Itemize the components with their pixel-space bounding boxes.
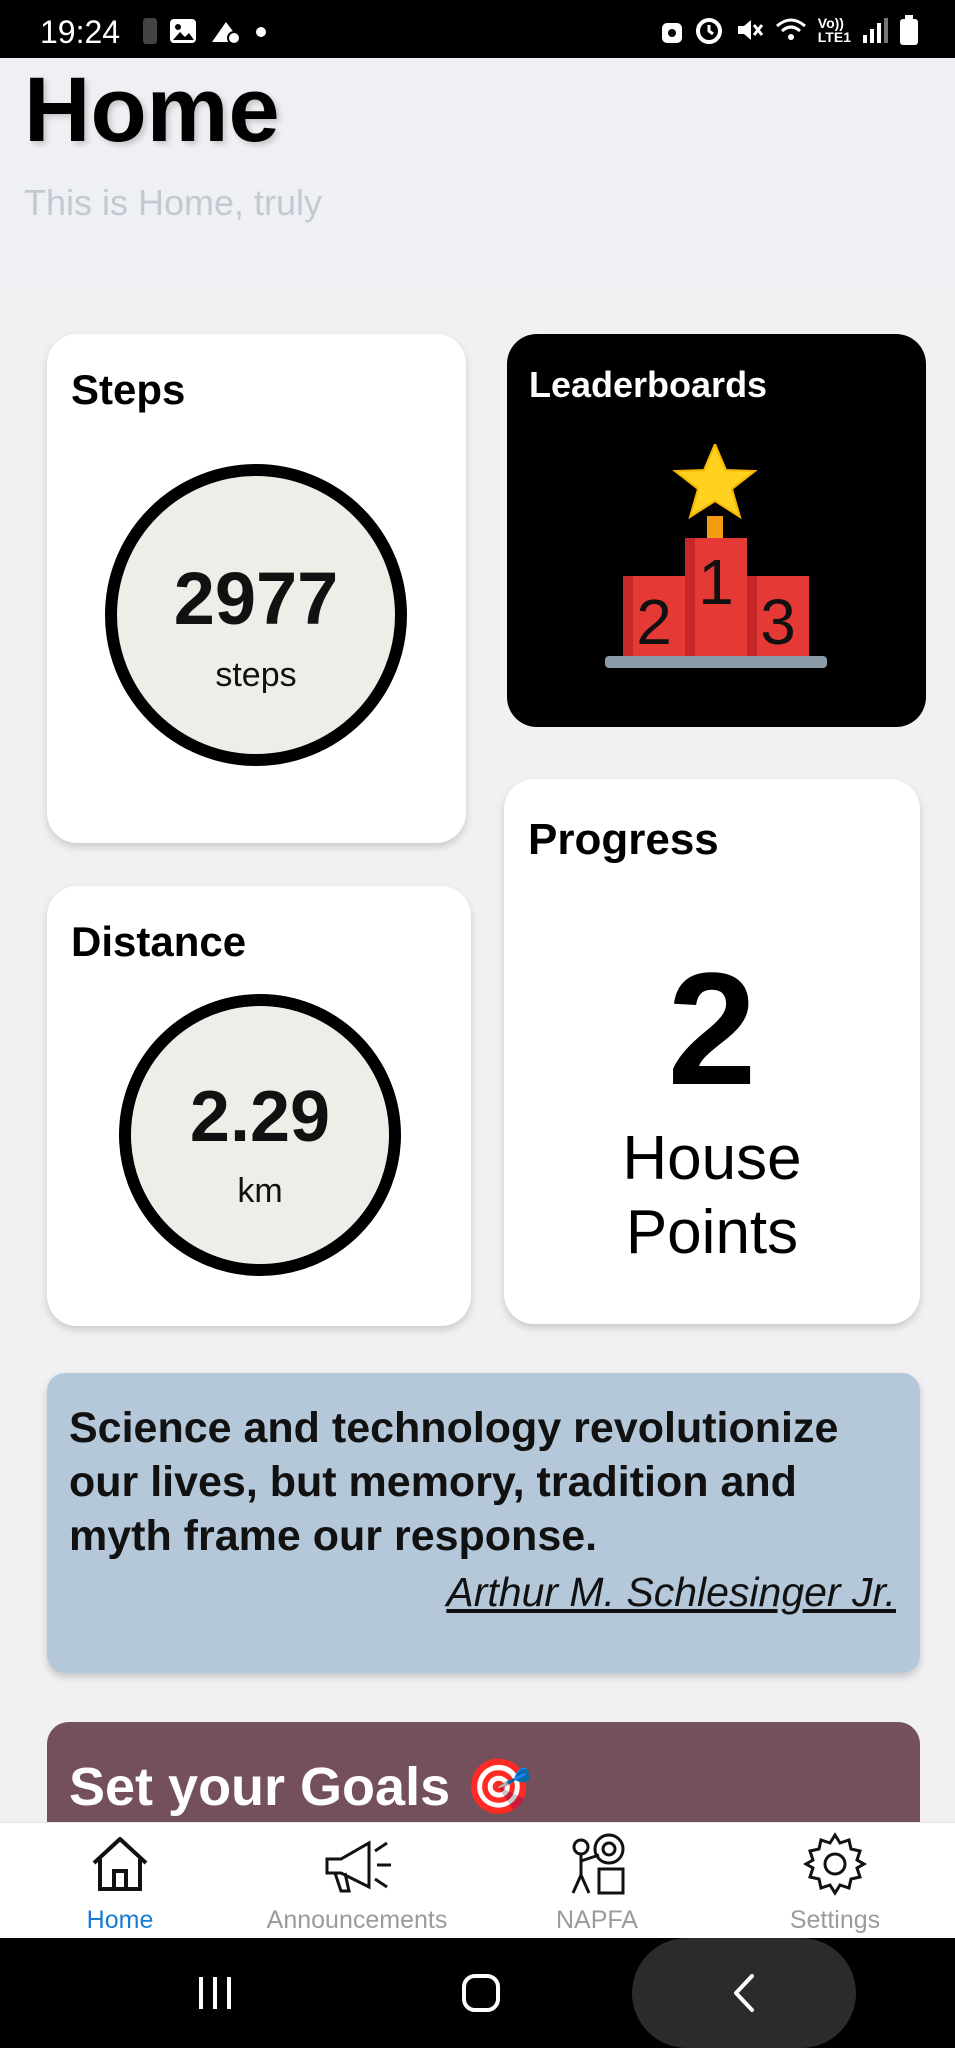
- status-bar: 19:24 Vo)) LTE1: [0, 0, 955, 58]
- progress-card[interactable]: Progress 2 House Points: [504, 779, 920, 1324]
- home-icon: [92, 1837, 148, 1891]
- nav-napfa[interactable]: NAPFA: [487, 1823, 707, 1939]
- battery-icon: [900, 15, 918, 45]
- podium-first: 1: [698, 546, 734, 618]
- nav-announcements-label: Announcements: [266, 1906, 448, 1934]
- home-circle-icon: [462, 1974, 500, 2012]
- signal-icon: [863, 18, 888, 43]
- page-title: Home: [24, 59, 280, 161]
- distance-unit: km: [237, 1172, 283, 1210]
- status-left-icons: [142, 16, 268, 46]
- back-button[interactable]: [632, 1938, 856, 2048]
- lte-label: Vo)) LTE1: [817, 15, 851, 45]
- house-points-label-line1: House: [622, 1124, 802, 1193]
- podium-trophy-icon: 2 1 3: [605, 444, 827, 668]
- page-subtitle: This is Home, truly: [24, 182, 323, 223]
- mute-icon: [737, 20, 763, 40]
- podium-second: 2: [636, 586, 672, 658]
- distance-value: 2.29: [189, 1077, 331, 1157]
- quote-card: Science and technology revolutionize our…: [47, 1373, 920, 1673]
- status-time: 19:24: [40, 14, 121, 50]
- nav-settings-label: Settings: [789, 1906, 881, 1934]
- vpn-icon: [661, 23, 682, 43]
- nav-napfa-label: NAPFA: [556, 1906, 638, 1934]
- progress-card-title: Progress: [528, 815, 719, 864]
- megaphone-icon: [325, 1840, 391, 1893]
- nav-settings[interactable]: Settings: [725, 1823, 945, 1939]
- nav-announcements[interactable]: Announcements: [247, 1823, 467, 1939]
- wifi-icon: [775, 18, 806, 40]
- home-system-button[interactable]: [441, 1938, 521, 2048]
- nav-home[interactable]: Home: [10, 1823, 230, 1939]
- bottom-nav: Home Announcements NAPFA Settings: [0, 1822, 955, 1939]
- recents-icon: [199, 1977, 231, 2009]
- house-points-value: 2: [667, 939, 757, 1118]
- steps-value: 2977: [173, 557, 339, 640]
- status-right-icons: Vo)) LTE1: [660, 14, 919, 46]
- steps-card-title: Steps: [71, 366, 186, 413]
- goals-title: Set your Goals 🎯: [69, 1757, 533, 1817]
- alarm-icon: [695, 18, 722, 44]
- steps-unit: steps: [215, 656, 297, 694]
- podium-third: 3: [760, 586, 796, 658]
- gear-icon: [802, 1832, 868, 1896]
- leaderboards-card[interactable]: Leaderboards 2 1 3: [507, 334, 926, 727]
- quote-author[interactable]: Arthur M. Schlesinger Jr.: [446, 1569, 896, 1616]
- distance-card[interactable]: Distance 2.29 km: [47, 886, 471, 1326]
- dot-icon: [256, 27, 266, 37]
- house-points-label-line2: Points: [625, 1198, 799, 1267]
- quote-text: Science and technology revolutionize our…: [69, 1404, 839, 1560]
- sim-icon: [143, 18, 157, 44]
- recents-button[interactable]: [175, 1938, 255, 2048]
- steps-ring: 2977 steps: [105, 464, 407, 766]
- leaderboards-card-title: Leaderboards: [529, 364, 768, 405]
- notification-icon: [212, 22, 241, 45]
- distance-card-title: Distance: [71, 918, 247, 965]
- distance-ring: 2.29 km: [119, 994, 401, 1276]
- system-nav-bar: [0, 1938, 955, 2048]
- steps-card[interactable]: Steps 2977 steps: [47, 334, 466, 843]
- image-icon: [170, 19, 196, 43]
- fitness-icon: [571, 1833, 625, 1895]
- nav-home-label: Home: [86, 1906, 154, 1934]
- back-icon: [734, 1974, 754, 2012]
